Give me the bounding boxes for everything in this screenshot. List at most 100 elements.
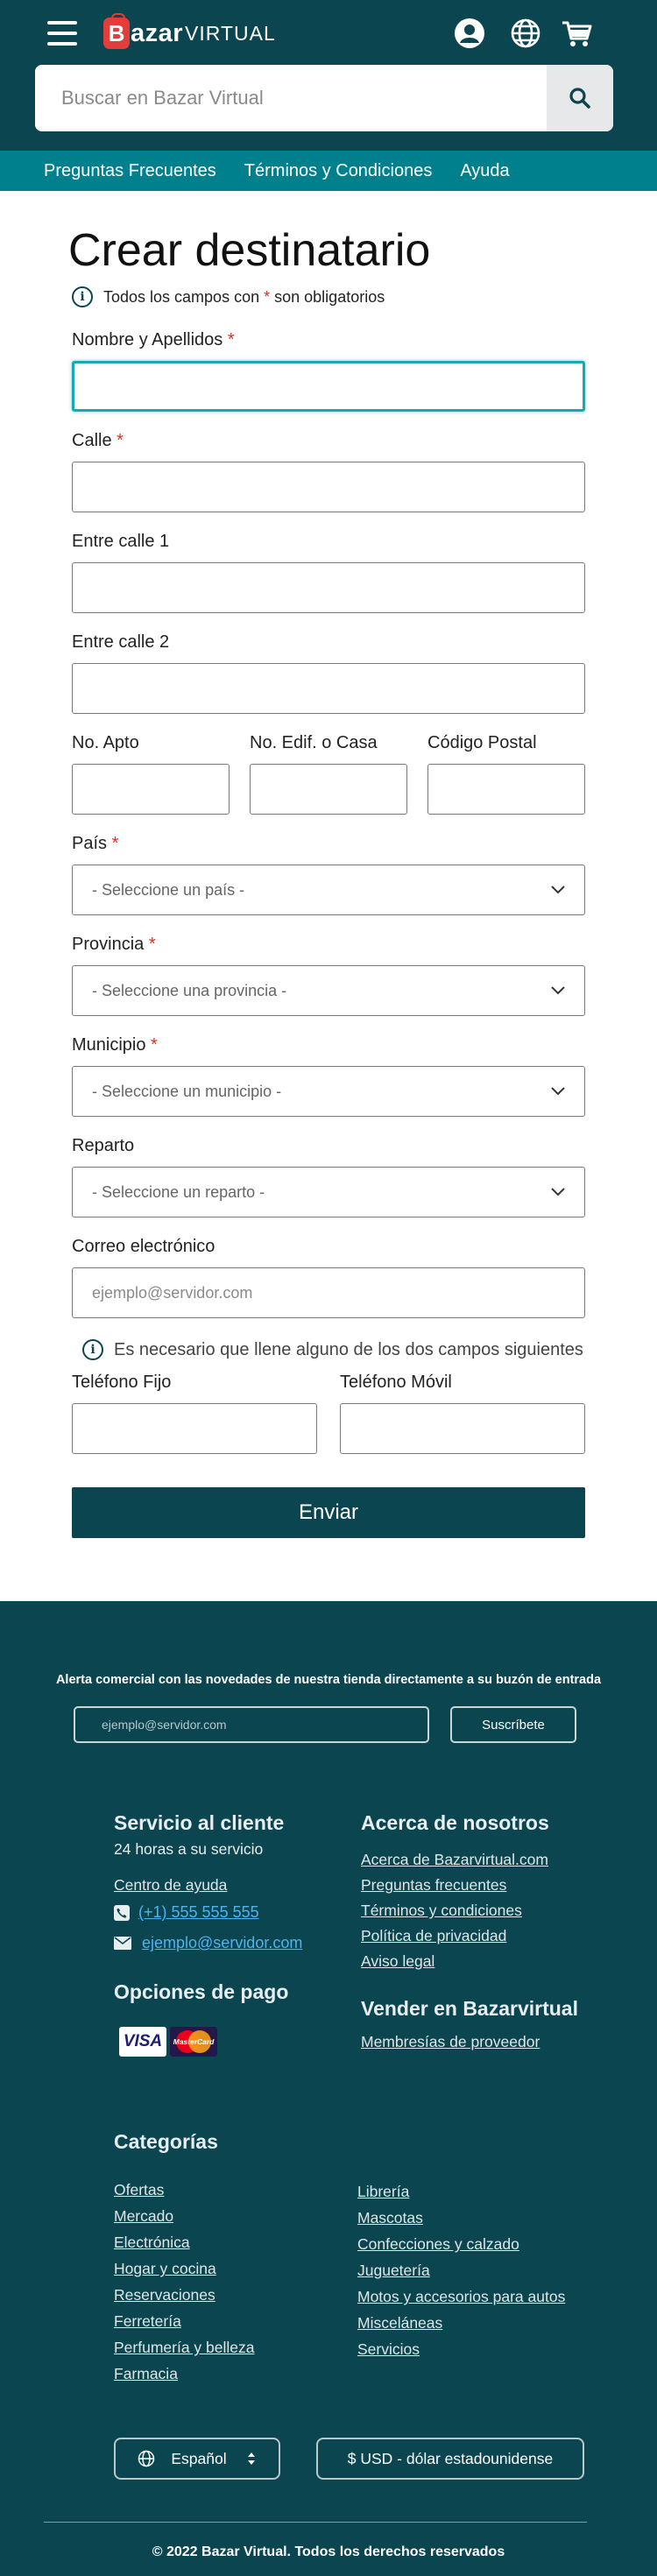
categories-title-wrap: Categorías: [114, 2130, 218, 2154]
terms-link[interactable]: Términos y Condiciones: [244, 161, 433, 181]
customer-service-title: Servicio al cliente: [114, 1811, 285, 1835]
currency-selector[interactable]: $ USD - dólar estadounidense: [316, 2438, 584, 2481]
category-link[interactable]: Hogar y cocina: [114, 2260, 255, 2278]
phone-note-text: Es necesario que llene alguno de los dos…: [114, 1339, 583, 1359]
sell-title: Vender en Bazarvirtual: [361, 1997, 578, 2021]
entre-calle-2-input[interactable]: [72, 663, 585, 715]
category-link[interactable]: Perfumería y belleza: [114, 2339, 255, 2357]
menu-icon[interactable]: [47, 21, 77, 46]
faq-link[interactable]: Preguntas Frecuentes: [44, 161, 216, 181]
logo-virtual: VIRTUAL: [185, 21, 276, 45]
info-icon: i: [72, 286, 93, 308]
category-link[interactable]: Misceláneas: [357, 2314, 565, 2333]
subscribe-button[interactable]: Suscríbete: [450, 1706, 576, 1744]
chevron-down-icon: [551, 1087, 565, 1096]
search-icon: [569, 88, 590, 109]
reparto-select[interactable]: - Seleccione un reparto -: [72, 1167, 585, 1218]
field-municipio: Municipio * - Seleccione un municipio -: [72, 1035, 585, 1118]
phone-link[interactable]: (+1) 555 555 555: [138, 1903, 259, 1922]
landline-input[interactable]: [72, 1403, 317, 1455]
search-input[interactable]: [35, 65, 547, 131]
language-selector[interactable]: Español: [114, 2438, 280, 2481]
globe-icon[interactable]: [510, 18, 541, 49]
payment-title: Opciones de pago: [114, 1980, 289, 2004]
about-title: Acerca de nosotros: [361, 1811, 549, 1835]
submit-button[interactable]: Enviar: [72, 1487, 585, 1539]
edif-input[interactable]: [250, 764, 407, 815]
newsletter-text: Alerta comercial con las novedades de nu…: [55, 1673, 602, 1688]
address-numbers-row: No. Apto No. Edif. o Casa Código Postal: [72, 733, 585, 815]
newsletter-email-input[interactable]: [74, 1706, 429, 1744]
email-field[interactable]: [72, 1267, 585, 1319]
cart-icon[interactable]: [561, 18, 592, 49]
currency-value: $ USD - dólar estadounidense: [347, 2449, 554, 2467]
info-icon: i: [82, 1339, 103, 1361]
provincia-select-value: - Seleccione una provincia -: [92, 981, 287, 999]
chevron-down-icon: [551, 886, 565, 894]
label-reparto: Reparto: [72, 1136, 135, 1156]
help-link[interactable]: Ayuda: [460, 161, 509, 181]
phone-note: i Es necesario que llene alguno de los d…: [82, 1339, 585, 1361]
category-link[interactable]: Farmacia: [114, 2365, 255, 2383]
category-link[interactable]: Juguetería: [357, 2262, 565, 2280]
sub-navigation: Preguntas Frecuentes Términos y Condicio…: [0, 151, 657, 191]
vendor-membership-link[interactable]: Membresías de proveedor: [361, 2033, 578, 2051]
entre-calle-1-input[interactable]: [72, 562, 585, 614]
faq-footer-link[interactable]: Preguntas frecuentes: [361, 1876, 578, 1895]
provincia-select[interactable]: - Seleccione una provincia -: [72, 965, 585, 1017]
field-pais: País * - Seleccione un país -: [72, 834, 585, 916]
recipient-form: Crear destinatario i Todos los campos co…: [0, 191, 657, 1539]
phones-row: Teléfono Fijo Teléfono Móvil: [72, 1373, 585, 1455]
apto-input[interactable]: [72, 764, 230, 815]
customer-service: Servicio al cliente 24 horas a su servic…: [114, 1811, 302, 2057]
payment-cards: VISA MasterCard: [119, 2027, 302, 2057]
pais-select[interactable]: - Seleccione un país -: [72, 865, 585, 916]
label-nombre: Nombre y Apellidos *: [72, 330, 235, 350]
required-note: i Todos los campos con * son obligatorio…: [72, 286, 585, 308]
category-link[interactable]: Electrónica: [114, 2234, 255, 2252]
about-us: Acerca de nosotros Acerca de Bazarvirtua…: [361, 1811, 578, 2051]
category-link[interactable]: Librería: [357, 2183, 565, 2201]
service-hours: 24 horas a su servicio: [114, 1840, 264, 1859]
field-nombre: Nombre y Apellidos *: [72, 330, 585, 413]
search-button[interactable]: [547, 65, 613, 131]
about-link[interactable]: Acerca de Bazarvirtual.com: [361, 1851, 578, 1869]
nombre-input[interactable]: [72, 361, 585, 413]
label-correo: Correo electrónico: [72, 1237, 215, 1257]
site-logo[interactable]: B azar VIRTUAL: [103, 13, 276, 51]
mastercard-icon: MasterCard: [170, 2027, 217, 2057]
category-link[interactable]: Reservaciones: [114, 2286, 255, 2304]
top-bar: B azar VIRTUAL: [0, 0, 657, 65]
required-star: *: [264, 287, 271, 306]
category-link[interactable]: Motos y accesorios para autos: [357, 2288, 565, 2306]
mobile-input[interactable]: [340, 1403, 585, 1455]
label-edif: No. Edif. o Casa: [250, 733, 378, 753]
category-link[interactable]: Mascotas: [357, 2209, 565, 2227]
field-entre1: Entre calle 1: [72, 532, 585, 614]
email-link[interactable]: ejemplo@servidor.com: [142, 1934, 302, 1952]
calle-input[interactable]: [72, 462, 585, 513]
pais-select-value: - Seleccione un país -: [92, 880, 245, 899]
reparto-select-value: - Seleccione un reparto -: [92, 1182, 265, 1201]
category-link[interactable]: Ferretería: [114, 2312, 255, 2331]
municipio-select-value: - Seleccione un municipio -: [92, 1082, 282, 1100]
category-link[interactable]: Confecciones y calzado: [357, 2235, 565, 2254]
label-tel-fijo: Teléfono Fijo: [72, 1373, 172, 1393]
category-link[interactable]: Mercado: [114, 2207, 255, 2226]
privacy-link[interactable]: Política de privacidad: [361, 1927, 578, 1945]
phone-icon: [114, 1904, 130, 1921]
chevron-down-icon: [551, 986, 565, 995]
chevron-down-icon: [551, 1188, 565, 1196]
required-note-post: son obligatorios: [274, 287, 385, 306]
municipio-select[interactable]: - Seleccione un municipio -: [72, 1066, 585, 1118]
user-icon[interactable]: [454, 18, 485, 49]
field-correo: Correo electrónico: [72, 1237, 585, 1319]
category-link[interactable]: Ofertas: [114, 2181, 255, 2199]
label-entre2: Entre calle 2: [72, 632, 170, 653]
category-link[interactable]: Servicios: [357, 2340, 565, 2359]
help-center-link[interactable]: Centro de ayuda: [114, 1876, 302, 1895]
label-tel-movil: Teléfono Móvil: [340, 1373, 452, 1393]
terms-footer-link[interactable]: Términos y condiciones: [361, 1902, 578, 1920]
postal-code-input[interactable]: [427, 764, 585, 815]
legal-link[interactable]: Aviso legal: [361, 1952, 578, 1971]
